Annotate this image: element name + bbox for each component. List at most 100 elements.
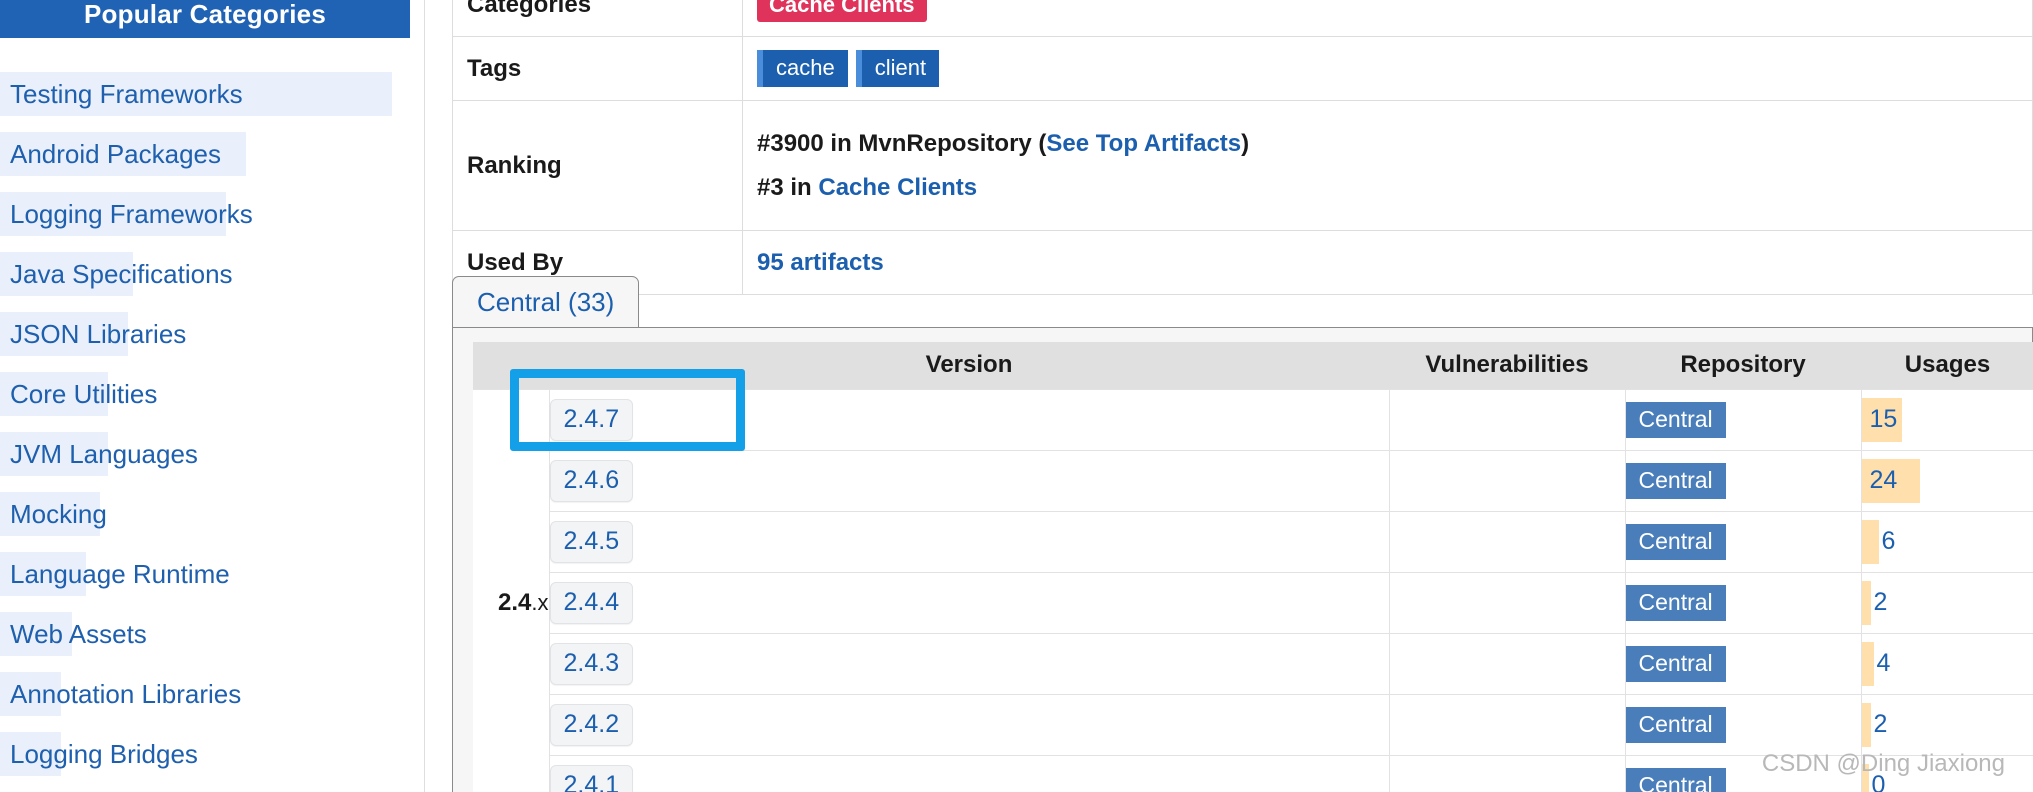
sidebar-item-label[interactable]: Android Packages bbox=[10, 136, 221, 173]
repository-badge[interactable]: Central bbox=[1625, 401, 1726, 438]
repository-badge[interactable]: Central bbox=[1625, 645, 1726, 682]
repository-badge[interactable]: Central bbox=[1625, 584, 1726, 621]
table-row: 2.4.6 Central 24 bbox=[473, 449, 2033, 511]
tag-cache[interactable]: cache bbox=[757, 50, 848, 87]
tag-client[interactable]: client bbox=[855, 50, 940, 87]
repository-cell: Central bbox=[1624, 632, 1861, 694]
version-link[interactable]: 2.4.5 bbox=[549, 520, 634, 563]
sidebar-header-label: Popular Categories bbox=[84, 0, 326, 29]
vulnerabilities-cell bbox=[1388, 754, 1625, 792]
usages-cell: 2 bbox=[1860, 693, 2033, 755]
usages-wrap: 2 bbox=[1861, 573, 2033, 633]
sidebar-item-annotation-libraries[interactable]: Annotation Libraries bbox=[0, 664, 410, 724]
vulnerabilities-cell bbox=[1388, 449, 1625, 511]
usages-bar bbox=[1861, 641, 1874, 686]
sidebar-item-label[interactable]: Logging Bridges bbox=[10, 736, 198, 773]
sidebar-item-language-runtime[interactable]: Language Runtime bbox=[0, 544, 410, 604]
vulnerabilities-cell bbox=[1388, 693, 1625, 755]
version-link[interactable]: 2.4.2 bbox=[549, 703, 634, 746]
ranking-overall-suffix: ) bbox=[1241, 129, 1250, 157]
repository-badge[interactable]: Central bbox=[1625, 767, 1726, 792]
info-row-tags: Tags cache client bbox=[452, 36, 2033, 101]
info-row-categories: Categories Cache Clients bbox=[452, 0, 2033, 37]
sidebar-item-logging-bridges[interactable]: Logging Bridges bbox=[0, 724, 410, 784]
version-table-shell: Version Vulnerabilities Repository Usage… bbox=[452, 328, 2033, 792]
sidebar-item-logging-frameworks[interactable]: Logging Frameworks bbox=[0, 184, 410, 244]
used-by-artifacts-link[interactable]: 95 artifacts bbox=[757, 249, 884, 276]
version-cell: 2.4.3 bbox=[549, 632, 1389, 694]
usages-cell: 4 bbox=[1860, 632, 2033, 694]
table-row: 2.4.2 Central 2 bbox=[473, 693, 2033, 755]
version-group-major: 2.4 bbox=[498, 588, 532, 616]
ranking-overall-text: #3900 in MvnRepository ( bbox=[757, 129, 1047, 157]
sidebar-category-list: Testing Frameworks Android Packages Loggin… bbox=[0, 64, 410, 784]
usages-bar bbox=[1861, 702, 1871, 747]
version-table-head: Version Vulnerabilities Repository Usage… bbox=[473, 342, 2033, 389]
usages-cell: 2 bbox=[1860, 571, 2033, 633]
repository-cell: Central bbox=[1624, 510, 1861, 572]
sidebar-item-mocking[interactable]: Mocking bbox=[0, 484, 410, 544]
repository-badge[interactable]: Central bbox=[1625, 523, 1726, 560]
usages-wrap: 24 bbox=[1861, 451, 2033, 511]
version-cell: 2.4.7 bbox=[549, 388, 1389, 450]
repository-badge[interactable]: Central bbox=[1625, 706, 1726, 743]
version-cell: 2.4.4 bbox=[549, 571, 1389, 633]
version-cell: 2.4.6 bbox=[549, 449, 1389, 511]
col-header-vulnerabilities: Vulnerabilities bbox=[1389, 342, 1625, 389]
ranking-line-category: #3 in Cache Clients bbox=[757, 173, 2018, 201]
sidebar-item-label[interactable]: Language Runtime bbox=[10, 556, 230, 593]
version-table: Version Vulnerabilities Repository Usage… bbox=[473, 342, 2033, 792]
cache-clients-link[interactable]: Cache Clients bbox=[818, 174, 977, 201]
sidebar-item-label[interactable]: Testing Frameworks bbox=[10, 76, 243, 113]
version-link[interactable]: 2.4.1 bbox=[549, 764, 634, 792]
sidebar-item-label[interactable]: Mocking bbox=[10, 496, 107, 533]
info-label: Tags bbox=[452, 36, 743, 101]
info-value: #3900 in MvnRepository (See Top Artifact… bbox=[742, 100, 2033, 231]
mvnrepository-page: Popular Categories Testing Frameworks And… bbox=[0, 0, 2033, 792]
sidebar-item-android-packages[interactable]: Android Packages bbox=[0, 124, 410, 184]
ranking-category-text: #3 in bbox=[757, 173, 819, 201]
version-link[interactable]: 2.4.7 bbox=[549, 398, 634, 441]
sidebar-item-label[interactable]: JVM Languages bbox=[10, 436, 198, 473]
version-group-suffix: .x bbox=[531, 589, 549, 615]
sidebar-item-label[interactable]: Core Utilities bbox=[10, 376, 157, 413]
info-label: Ranking bbox=[452, 100, 743, 231]
table-row: 2.4.x 2.4.7 Central 15 bbox=[473, 388, 2033, 792]
usages-wrap: 2 bbox=[1861, 695, 2033, 755]
sidebar-item-label[interactable]: Web Assets bbox=[10, 616, 147, 653]
version-link[interactable]: 2.4.3 bbox=[549, 642, 634, 685]
sidebar-item-java-specifications[interactable]: Java Specifications bbox=[0, 244, 410, 304]
version-table-header-row: Version Vulnerabilities Repository Usage… bbox=[473, 342, 2033, 389]
repository-tab-strip: Central (33) bbox=[452, 276, 2033, 328]
version-cell: 2.4.2 bbox=[549, 693, 1389, 755]
table-row: 2.4.3 Central 4 bbox=[473, 632, 2033, 694]
col-header-group bbox=[473, 342, 549, 389]
sidebar-item-label[interactable]: Logging Frameworks bbox=[10, 196, 253, 233]
usages-wrap: 15 bbox=[1861, 390, 2033, 450]
version-link[interactable]: 2.4.6 bbox=[549, 459, 634, 502]
sidebar-item-label[interactable]: Annotation Libraries bbox=[10, 676, 241, 713]
sidebar-item-json-libraries[interactable]: JSON Libraries bbox=[0, 304, 410, 364]
sidebar-item-label[interactable]: JSON Libraries bbox=[10, 316, 186, 353]
sidebar-item-label[interactable]: Java Specifications bbox=[10, 256, 233, 293]
version-group-label: 2.4.x bbox=[473, 388, 550, 792]
see-top-artifacts-link[interactable]: See Top Artifacts bbox=[1046, 130, 1241, 157]
version-link[interactable]: 2.4.4 bbox=[549, 581, 634, 624]
sidebar-item-testing-frameworks[interactable]: Testing Frameworks bbox=[0, 64, 410, 124]
usages-count: 6 bbox=[1881, 527, 1896, 555]
info-value: cache client bbox=[742, 36, 2033, 101]
watermark: CSDN @Ding Jiaxiong bbox=[1761, 750, 2005, 777]
vulnerabilities-cell bbox=[1388, 571, 1625, 633]
repository-cell: Central bbox=[1624, 571, 1861, 633]
version-cell: 2.4.1 bbox=[549, 754, 1389, 792]
category-badge[interactable]: Cache Clients bbox=[757, 0, 927, 22]
usages-count: 2 bbox=[1873, 710, 1888, 738]
usages-wrap: 4 bbox=[1861, 634, 2033, 694]
usages-wrap: 6 bbox=[1861, 512, 2033, 572]
tab-central[interactable]: Central (33) bbox=[452, 276, 640, 328]
sidebar-item-web-assets[interactable]: Web Assets bbox=[0, 604, 410, 664]
repository-badge[interactable]: Central bbox=[1625, 462, 1726, 499]
usages-count: 4 bbox=[1876, 649, 1891, 677]
sidebar-item-jvm-languages[interactable]: JVM Languages bbox=[0, 424, 410, 484]
sidebar-item-core-utilities[interactable]: Core Utilities bbox=[0, 364, 410, 424]
